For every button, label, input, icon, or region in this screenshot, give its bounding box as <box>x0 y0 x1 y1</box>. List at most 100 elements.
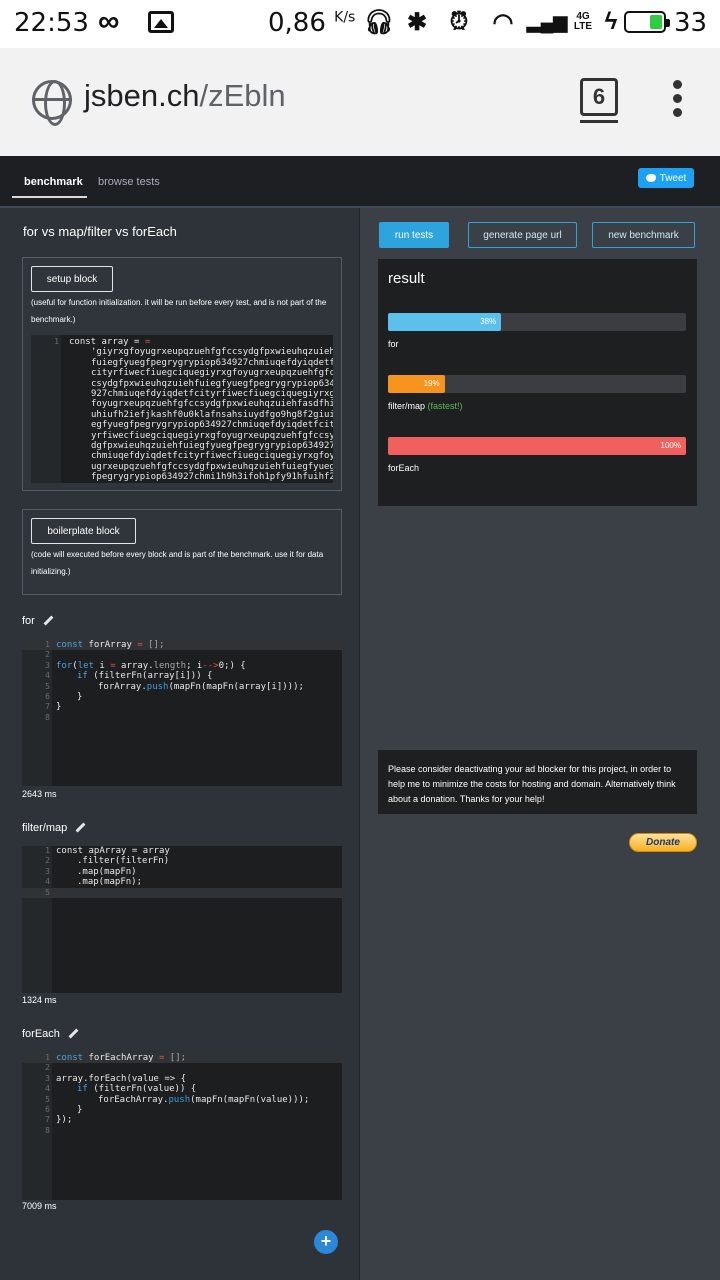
code-line: } <box>56 702 62 713</box>
line-number: 5 <box>45 681 50 691</box>
pencil-icon[interactable] <box>75 823 85 833</box>
line-number: 6 <box>45 692 50 701</box>
code-line: if (filterFn(array[i])) { <box>77 671 213 682</box>
charging-icon: ϟ <box>604 8 618 35</box>
code-line: 927chmiuqefdyiqdetfcityrfiwecfiuegciqueg… <box>91 389 333 399</box>
tweet-button[interactable]: Tweet <box>638 168 694 188</box>
result-bar-track: 19% <box>388 375 686 393</box>
boilerplate-block: boilerplate block (code will executed be… <box>22 509 342 595</box>
test-editor-foreach[interactable]: const forEachArray = []; array.forEach(v… <box>22 1053 342 1200</box>
site-nav: benchmark browse tests Tweet <box>0 156 720 208</box>
code-line: yrfiwecfiuegciquegiyrxgfoyugrxeupqzuehfg… <box>91 430 333 441</box>
url-bar[interactable]: jsben.ch/zEbln <box>84 78 286 114</box>
status-bar: 22:53 ∞ 0,86 K/s 🎧︎ ✱ ⏰︎ ◠ ▂▄▆ 4G LTE ϟ … <box>0 0 720 48</box>
test-time-foreach: 7009 ms <box>22 1201 57 1211</box>
wifi-icon: ◠ <box>492 8 514 36</box>
nav-browse-tests[interactable]: browse tests <box>98 176 160 188</box>
line-number: 5 <box>45 887 50 897</box>
bluetooth-icon: ✱ <box>406 8 428 36</box>
result-bar-foreach: 100% <box>388 437 686 455</box>
active-line-highlight <box>22 887 342 898</box>
code-line: } <box>77 692 83 702</box>
alarm-icon: ⏰︎ <box>449 8 469 35</box>
twitter-bird-icon <box>645 174 656 182</box>
line-number: 8 <box>45 1125 50 1135</box>
run-tests-button[interactable]: run tests <box>379 222 449 248</box>
result-label-for: for <box>388 339 399 349</box>
code-line: array.forEach(value => { <box>56 1073 187 1084</box>
results-column: run tests generate page url new benchmar… <box>360 208 720 1280</box>
code-line: const forEachArray = []; <box>56 1053 187 1063</box>
result-panel: result 38% for 19% filter/map (fastest!)… <box>378 259 697 506</box>
code-line: .filter(filterFn) <box>77 856 170 867</box>
line-number: 4 <box>45 877 50 887</box>
line-number: 2 <box>45 650 50 660</box>
new-benchmark-button[interactable]: new benchmark <box>592 222 695 248</box>
result-title: result <box>388 270 425 287</box>
tab-switcher-button[interactable]: 6 <box>580 78 618 123</box>
line-number: 7 <box>45 1115 50 1125</box>
result-bar-filter-map: 19% <box>388 375 445 393</box>
pencil-icon[interactable] <box>68 1029 78 1039</box>
setup-block: setup block (useful for function initial… <box>22 257 342 491</box>
code-line: fpegrygrypiop634927chmi1h9h3ifoh1pfy91hf… <box>91 472 333 483</box>
add-test-button[interactable]: + <box>314 1230 338 1254</box>
test-time-for: 2643 ms <box>22 789 57 799</box>
code-line: if (filterFn(value)) { <box>77 1084 197 1095</box>
boilerplate-block-button[interactable]: boilerplate block <box>31 518 136 544</box>
battery-icon <box>624 11 670 33</box>
result-bar-track: 100% <box>388 437 686 455</box>
infinity-icon: ∞ <box>98 5 120 38</box>
result-bar-for: 38% <box>388 313 502 331</box>
code-line: const forArray = []; <box>56 640 165 650</box>
generate-url-button[interactable]: generate page url <box>468 222 577 248</box>
result-label-filter-map: filter/map (fastest!) <box>388 401 463 411</box>
test-title-for[interactable]: for <box>22 615 53 627</box>
line-number: 2 <box>45 1063 50 1073</box>
test-title-filter-map[interactable]: filter/map <box>22 822 85 834</box>
setup-block-button[interactable]: setup block <box>31 266 113 292</box>
result-bar-track: 38% <box>388 313 686 331</box>
line-number: 2 <box>45 856 50 866</box>
globe-icon <box>32 80 72 126</box>
code-line: }); <box>56 1115 73 1126</box>
code-line: forEachArray.push(mapFn(mapFn(value))); <box>98 1094 310 1105</box>
signal-icon: ▂▄▆ <box>526 11 568 32</box>
code-line: csydgfpxwieuhqzuiehfuiegfyuegfpegrygrypi… <box>91 378 333 389</box>
network-speed: 0,86 K/s <box>268 8 356 38</box>
line-number: 6 <box>45 1105 50 1114</box>
code-line: uhiufh2iefjkashf0u0klafnsahsiuydfgo9hg8f… <box>91 409 333 420</box>
line-number: 3 <box>45 660 50 670</box>
boilerplate-block-note: (code will executed before every block a… <box>31 550 324 576</box>
test-editor-filter-map[interactable]: const apArray = array .filter(filterFn) … <box>22 846 342 993</box>
code-line: forArray.push(mapFn(mapFn(array[i]))); <box>98 681 304 692</box>
page-title[interactable]: for vs map/filter vs forEach <box>23 224 177 239</box>
code-line: .map(mapFn) <box>77 866 137 877</box>
line-number: 5 <box>45 1094 50 1104</box>
test-title-foreach[interactable]: forEach <box>22 1028 78 1040</box>
nav-benchmark[interactable]: benchmark <box>24 176 83 188</box>
clock: 22:53 <box>14 8 89 38</box>
line-number: 3 <box>45 1073 50 1083</box>
code-line: } <box>77 1105 83 1115</box>
editor-column: for vs map/filter vs forEach setup block… <box>0 208 360 1280</box>
line-number: 1 <box>45 1053 50 1062</box>
setup-block-note: (useful for function initialization. it … <box>31 298 327 324</box>
ad-blocker-note: Please consider deactivating your ad blo… <box>378 750 697 814</box>
editor-gutter <box>31 335 61 483</box>
test-editor-for[interactable]: const forArray = []; for(let i = array.l… <box>22 640 342 786</box>
code-line: dgfpxwieuhqzuiehfuiegfyuegfpegrygrypiop6… <box>91 441 333 451</box>
code-line: .map(mapFn); <box>77 877 143 888</box>
code-line: 'giyrxgfoyugrxeupqzuehfgfccsydgfpxwieuhq… <box>91 347 333 358</box>
code-line: egfyuegfpegrygrypiop634927chmiuqefdyiqde… <box>91 420 333 431</box>
overflow-menu-icon[interactable] <box>664 78 692 118</box>
code-line: ugrxeupqzuehfgfccsydgfpxwieuhqzuiehfuieg… <box>91 461 333 472</box>
code-line: chmiuqefdyiqdetfcityrfiwecfiuegciquegiyr… <box>91 451 333 462</box>
pencil-icon[interactable] <box>43 616 53 626</box>
line-number: 3 <box>45 866 50 876</box>
setup-code-editor[interactable]: 1 const array = = 'giyrxgfoyugrxeupqzueh… <box>31 335 333 483</box>
donate-button[interactable]: Donate <box>629 833 697 852</box>
code-line: cityrfiwecfiuegciquegiyrxgfoyugrxeupqzue… <box>91 368 333 379</box>
line-number: 8 <box>45 712 50 722</box>
line-number: 7 <box>45 702 50 712</box>
